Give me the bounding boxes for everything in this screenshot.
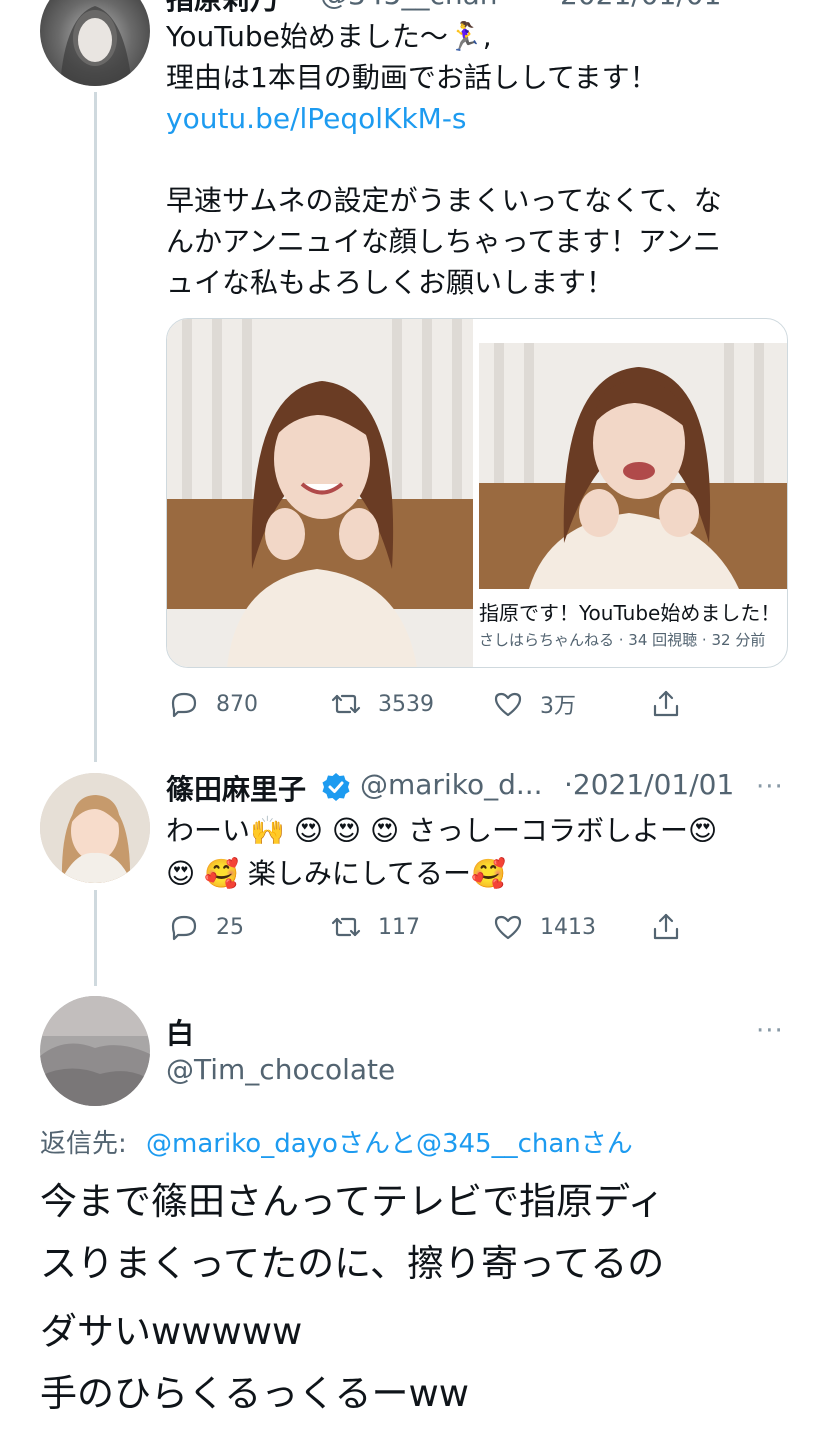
- avatar-photo: [40, 996, 150, 1106]
- avatar[interactable]: [40, 0, 150, 86]
- more-options-icon[interactable]: ···: [756, 772, 784, 802]
- tweet-text-line: 😍 🥰 楽しみにしてるー🥰: [166, 857, 506, 890]
- tweet-text-line: スりまくってたのに、擦り寄ってるの: [40, 1242, 665, 1285]
- like-button[interactable]: 3万: [490, 686, 576, 722]
- tweet-date[interactable]: ·2021/01/01: [564, 768, 734, 801]
- card-title[interactable]: 指原です！YouTube始めました！: [479, 597, 780, 626]
- tweet-text-line: 今まで篠田さんってテレビで指原ディ: [40, 1180, 665, 1223]
- reply-button[interactable]: 25: [166, 909, 244, 945]
- like-count: 3万: [540, 694, 576, 719]
- tweet-date[interactable]: 2021/01/01: [560, 0, 721, 11]
- video-thumbnail-2[interactable]: [479, 343, 787, 589]
- retweet-button[interactable]: 117: [328, 909, 420, 945]
- tweet-text-line: YouTube始めました〜🏃‍♀️,: [166, 20, 492, 53]
- share-icon: [653, 690, 679, 717]
- tweet-text-line: ダサいwwwww: [40, 1310, 303, 1353]
- reply-button[interactable]: 870: [166, 686, 258, 722]
- thread-connector: [94, 92, 97, 762]
- retweet-count: 3539: [378, 691, 434, 717]
- tweet-text-line: ュイな私もよろしくお願いします！: [166, 266, 615, 299]
- heart-icon: [494, 915, 522, 940]
- card-meta: さしはらちゃんねる · 34 回視聴 · 32 分前: [479, 631, 766, 649]
- reply-to-label: 返信先:: [40, 1129, 127, 1159]
- avatar-photo: [60, 6, 132, 86]
- tweet-text-line: 早速サムネの設定がうまくいってなくて、な: [166, 184, 722, 217]
- tweet-text-line: 手のひらくるっくるーww: [40, 1372, 470, 1415]
- tweet-text-line: 理由は1本目の動画でお話ししてます！: [166, 61, 658, 94]
- reply-count: 870: [216, 691, 258, 717]
- user-name[interactable]: 白: [166, 1012, 194, 1052]
- reply-icon: [171, 915, 197, 941]
- like-count: 1413: [540, 914, 596, 940]
- like-button[interactable]: 1413: [490, 909, 596, 945]
- avatar[interactable]: [40, 996, 150, 1106]
- share-button[interactable]: [648, 686, 684, 722]
- user-handle[interactable]: @345__chan: [320, 0, 498, 11]
- retweet-icon: [331, 694, 361, 714]
- avatar[interactable]: [40, 773, 150, 883]
- avatar-photo: [40, 773, 150, 883]
- retweet-button[interactable]: 3539: [328, 686, 434, 722]
- retweet-icon: [331, 917, 361, 937]
- reply-to-users[interactable]: @mariko_dayoさんと@345__chanさん: [146, 1123, 633, 1160]
- heart-icon: [494, 692, 522, 717]
- video-thumbnail-1[interactable]: [167, 319, 473, 667]
- verified-badge-icon: [322, 773, 350, 801]
- tweet-text-line: んかアンニュイな顔しちゃってます！アンニ: [166, 225, 721, 258]
- thread-connector: [94, 890, 97, 986]
- more-options-icon[interactable]: ···: [756, 1016, 784, 1046]
- reply-count: 25: [216, 914, 244, 940]
- reply-icon: [171, 692, 197, 718]
- user-handle[interactable]: @Tim_chocolate: [166, 1053, 395, 1086]
- tweet-link[interactable]: youtu.be/lPeqolKkM-s: [166, 98, 467, 139]
- user-handle[interactable]: @mariko_d...: [360, 768, 543, 801]
- retweet-count: 117: [378, 914, 420, 940]
- share-button[interactable]: [648, 909, 684, 945]
- user-name[interactable]: 篠田麻里子: [166, 768, 306, 808]
- share-icon: [653, 913, 679, 940]
- youtube-link-card[interactable]: 指原です！YouTube始めました！ さしはらちゃんねる · 34 回視聴 · …: [166, 318, 788, 668]
- tweet-text-line: わーい🙌 😍 😍 😍 さっしーコラボしよー😍: [166, 814, 718, 847]
